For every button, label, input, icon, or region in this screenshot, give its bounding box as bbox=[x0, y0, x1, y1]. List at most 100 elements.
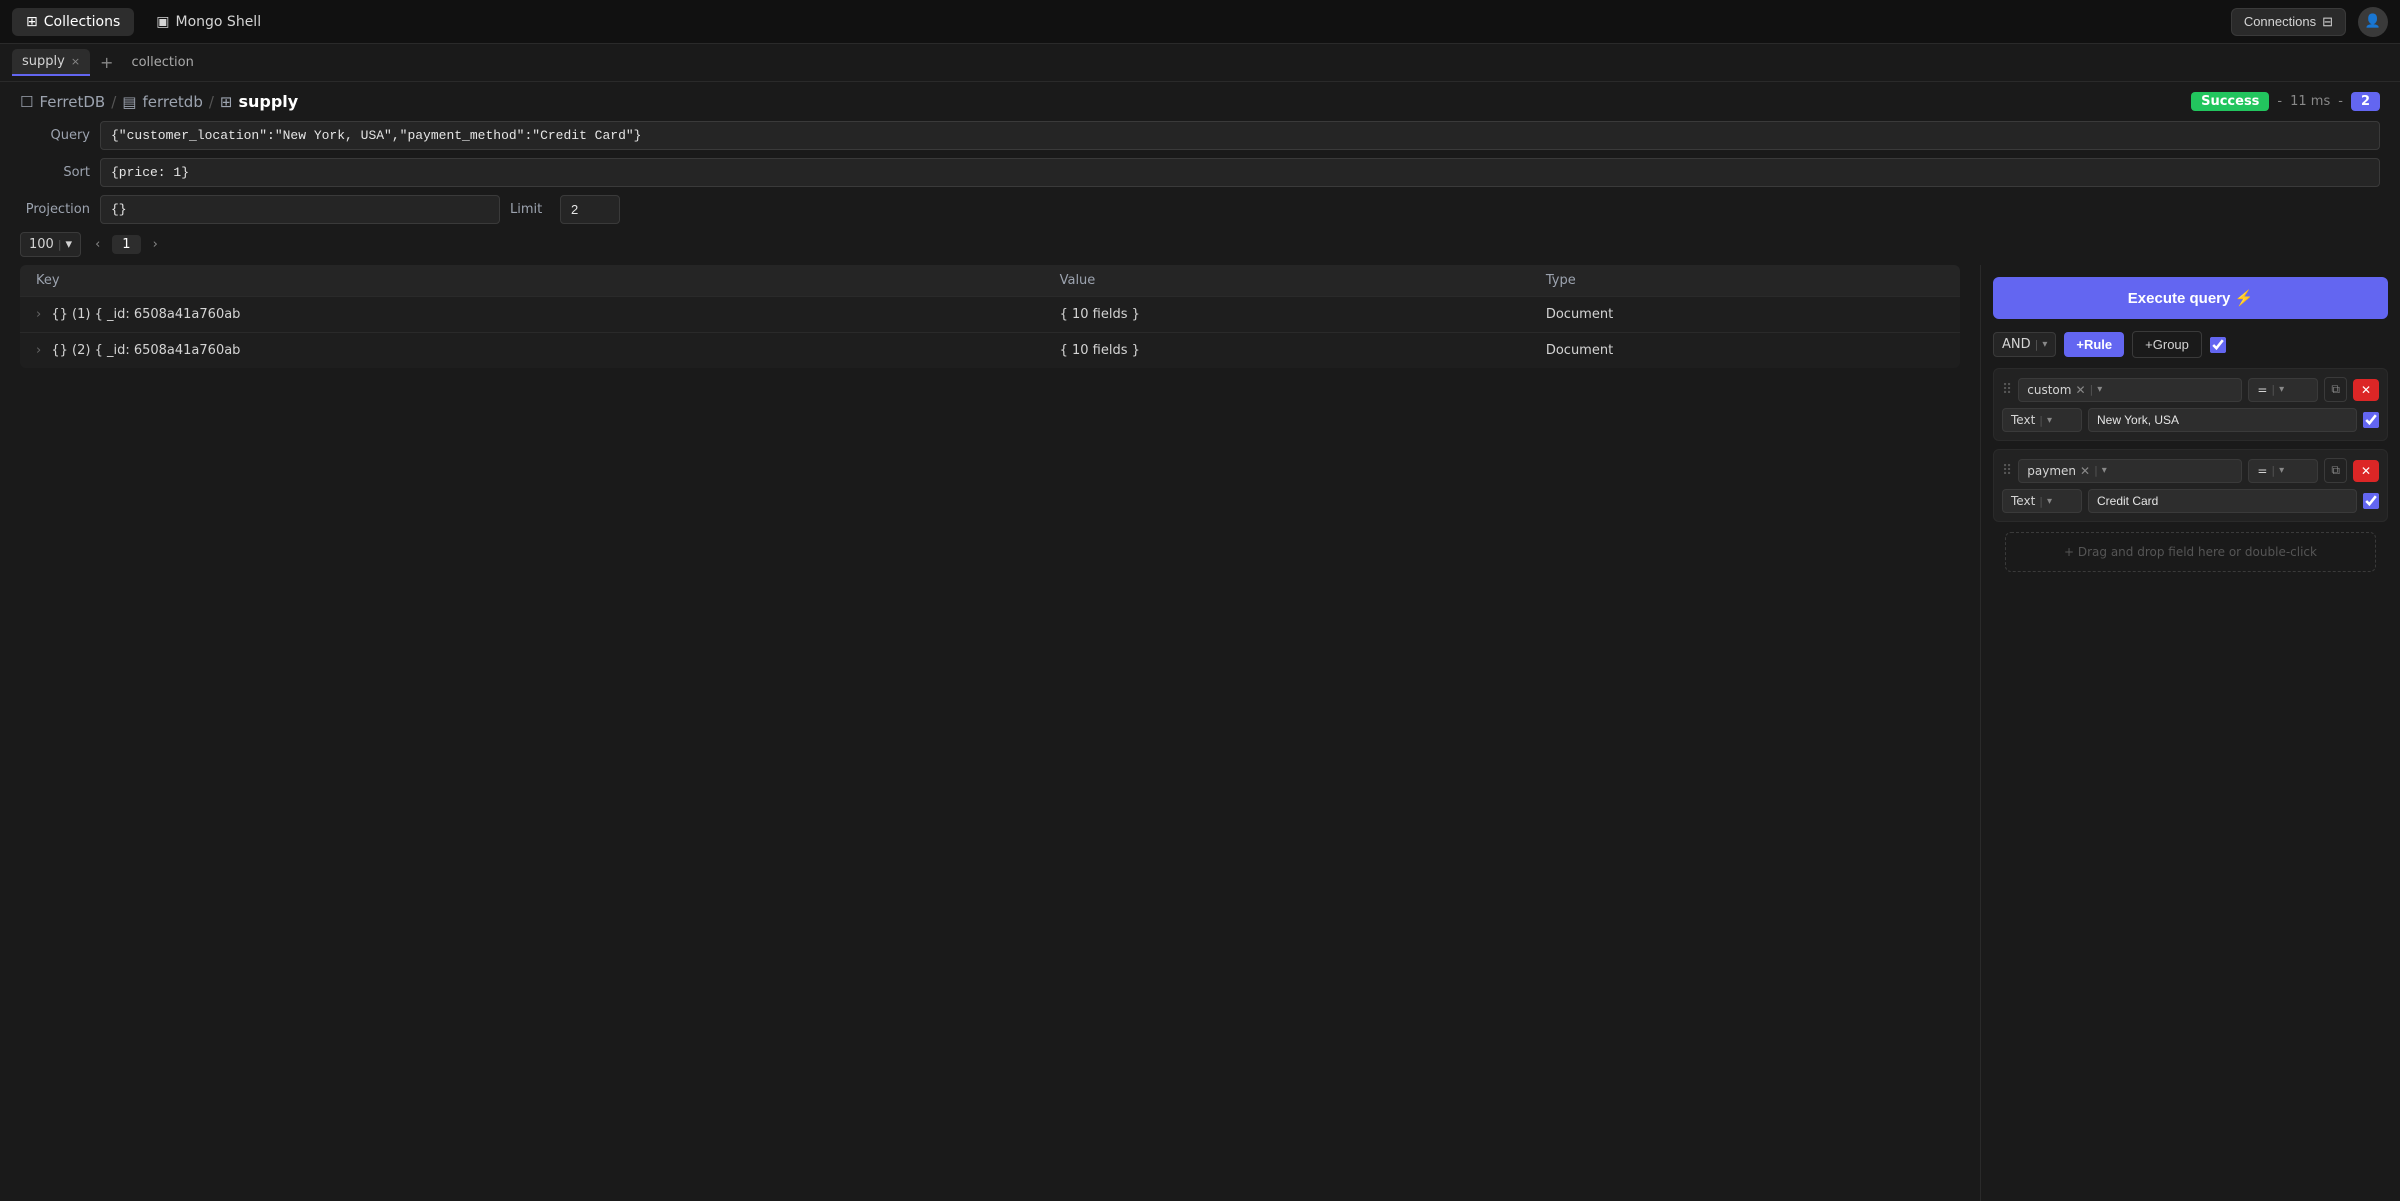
rule-1-field-chevron: ▾ bbox=[2097, 384, 2102, 395]
per-page-value: 100 bbox=[29, 237, 54, 252]
projection-row: Projection Limit bbox=[20, 195, 2380, 224]
rule-2-clear-icon[interactable]: ✕ bbox=[2080, 464, 2090, 478]
ferretdb-db-label[interactable]: ferretdb bbox=[142, 93, 202, 111]
main-layout: Key Value Type › {} (1) { _id: 6508a41a7… bbox=[0, 265, 2400, 1201]
row-0-expand[interactable]: › bbox=[36, 307, 41, 322]
rule-2-op-select[interactable]: = | ▾ bbox=[2248, 459, 2318, 483]
add-rule-button[interactable]: +Rule bbox=[2064, 332, 2124, 357]
prev-page-button[interactable]: ‹ bbox=[89, 235, 106, 254]
rule-2-field-value: paymen bbox=[2027, 464, 2076, 478]
filter-rule-2: ⠿ paymen ✕ | ▾ = | ▾ ⧉ ✕ bbox=[1993, 449, 2388, 522]
current-page: 1 bbox=[112, 235, 140, 254]
rule-1-op-chevron: ▾ bbox=[2279, 384, 2284, 395]
row-0-key-cell: › {} (1) { _id: 6508a41a760ab bbox=[20, 297, 1044, 333]
collection-grid-icon: ⊞ bbox=[220, 93, 233, 111]
per-page-chevron: ▾ bbox=[66, 237, 73, 252]
projection-input[interactable] bbox=[100, 195, 500, 224]
connections-label: Connections bbox=[2244, 14, 2316, 29]
success-badge: Success bbox=[2191, 92, 2269, 111]
supply-tab-close[interactable]: × bbox=[71, 55, 80, 68]
rule-2-drag-handle[interactable]: ⠿ bbox=[2002, 463, 2012, 479]
rule-2-value-row: Text | ▾ bbox=[2002, 489, 2379, 513]
row-1-expand[interactable]: › bbox=[36, 343, 41, 358]
rule-2-field-divider: | bbox=[2094, 464, 2098, 477]
divider-icon: | bbox=[58, 238, 62, 251]
pagination-nav: ‹ 1 › bbox=[89, 235, 164, 254]
supply-tab-label: supply bbox=[22, 54, 65, 69]
row-1-key: {} (2) { _id: 6508a41a760ab bbox=[51, 343, 240, 358]
results-controls: 100 | ▾ ‹ 1 › bbox=[0, 224, 2400, 265]
status-area: Success - 11 ms - 2 bbox=[2191, 92, 2380, 111]
ferretdb-label[interactable]: FerretDB bbox=[39, 93, 105, 111]
and-operator-select[interactable]: AND | ▾ bbox=[1993, 332, 2056, 357]
projection-label: Projection bbox=[20, 202, 90, 217]
sort-input[interactable] bbox=[100, 158, 2380, 187]
rule-2-field-chevron: ▾ bbox=[2102, 465, 2107, 476]
rule-1-type-divider: | bbox=[2039, 414, 2043, 427]
table-row: › {} (1) { _id: 6508a41a760ab { 10 field… bbox=[20, 297, 1960, 333]
rule-1-type-select[interactable]: Text | ▾ bbox=[2002, 408, 2082, 432]
connections-button[interactable]: Connections ⊟ bbox=[2231, 8, 2346, 36]
breadcrumb-row: ☐ FerretDB / ▤ ferretdb / ⊞ supply Succe… bbox=[0, 82, 2400, 121]
collection-label[interactable]: supply bbox=[238, 92, 298, 111]
rule-2-field-select[interactable]: paymen ✕ | ▾ bbox=[2018, 459, 2242, 483]
results-panel: Key Value Type › {} (1) { _id: 6508a41a7… bbox=[0, 265, 1980, 1201]
rule-2-top-row: ⠿ paymen ✕ | ▾ = | ▾ ⧉ ✕ bbox=[2002, 458, 2379, 483]
rule-1-value-input[interactable] bbox=[2088, 408, 2357, 432]
mongo-shell-label: Mongo Shell bbox=[176, 14, 262, 30]
new-tab-button[interactable]: + bbox=[94, 53, 119, 72]
sep2: / bbox=[209, 93, 214, 111]
and-label: AND bbox=[2002, 337, 2031, 352]
query-input[interactable] bbox=[100, 121, 2380, 150]
rule-1-op-select[interactable]: = | ▾ bbox=[2248, 378, 2318, 402]
per-page-select[interactable]: 100 | ▾ bbox=[20, 232, 81, 257]
filter-group-checkbox[interactable] bbox=[2210, 337, 2226, 353]
connections-icon: ⊟ bbox=[2322, 14, 2333, 30]
rule-2-op-chevron: ▾ bbox=[2279, 465, 2284, 476]
result-count-badge: 2 bbox=[2351, 92, 2380, 111]
col-value: Value bbox=[1044, 265, 1530, 297]
user-icon: 👤 bbox=[2365, 14, 2381, 29]
row-1-key-cell: › {} (2) { _id: 6508a41a760ab bbox=[20, 333, 1044, 369]
and-divider: | bbox=[2035, 338, 2039, 351]
rule-1-drag-handle[interactable]: ⠿ bbox=[2002, 382, 2012, 398]
rule-1-checkbox[interactable] bbox=[2363, 412, 2379, 428]
rule-2-op-divider: | bbox=[2271, 464, 2275, 477]
ferretdb-db-icon: ☐ bbox=[20, 93, 33, 111]
rule-2-op-value: = bbox=[2257, 464, 2267, 478]
filter-section: AND | ▾ +Rule +Group ⠿ custom ✕ | ▾ bbox=[1981, 331, 2400, 1201]
and-chevron: ▾ bbox=[2042, 339, 2047, 350]
rule-2-copy-button[interactable]: ⧉ bbox=[2324, 458, 2347, 483]
rule-1-op-value: = bbox=[2257, 383, 2267, 397]
filter-group-header: AND | ▾ +Rule +Group bbox=[1993, 331, 2388, 358]
next-page-button[interactable]: › bbox=[147, 235, 164, 254]
drag-drop-area: + Drag and drop field here or double-cli… bbox=[2005, 532, 2376, 572]
row-0-type: Document bbox=[1530, 297, 1960, 333]
row-1-type: Document bbox=[1530, 333, 1960, 369]
execute-query-button[interactable]: Execute query ⚡ bbox=[1993, 277, 2388, 319]
sort-label: Sort bbox=[20, 165, 90, 180]
ferretdb-collection-icon: ▤ bbox=[122, 93, 136, 111]
rule-2-value-input[interactable] bbox=[2088, 489, 2357, 513]
rule-1-type-chevron: ▾ bbox=[2047, 415, 2052, 426]
status-dash1: - bbox=[2277, 94, 2282, 109]
add-group-button[interactable]: +Group bbox=[2132, 331, 2202, 358]
rule-1-copy-button[interactable]: ⧉ bbox=[2324, 377, 2347, 402]
rule-1-clear-icon[interactable]: ✕ bbox=[2075, 383, 2085, 397]
collections-tab[interactable]: ⊞ Collections bbox=[12, 8, 134, 36]
mongo-shell-tab[interactable]: ▣ Mongo Shell bbox=[142, 8, 275, 36]
rule-2-type-select[interactable]: Text | ▾ bbox=[2002, 489, 2082, 513]
rule-1-field-select[interactable]: custom ✕ | ▾ bbox=[2018, 378, 2242, 402]
col-key: Key bbox=[20, 265, 1044, 297]
rule-2-delete-button[interactable]: ✕ bbox=[2353, 460, 2379, 482]
rule-1-delete-button[interactable]: ✕ bbox=[2353, 379, 2379, 401]
filter-rule-1: ⠿ custom ✕ | ▾ = | ▾ ⧉ ✕ bbox=[1993, 368, 2388, 441]
user-avatar[interactable]: 👤 bbox=[2358, 7, 2388, 37]
sort-row: Sort bbox=[20, 158, 2380, 187]
limit-input[interactable] bbox=[560, 195, 620, 224]
supply-tab[interactable]: supply × bbox=[12, 49, 90, 76]
breadcrumb: ☐ FerretDB / ▤ ferretdb / ⊞ supply bbox=[20, 92, 298, 111]
top-nav-left: ⊞ Collections ▣ Mongo Shell bbox=[12, 8, 275, 36]
rule-1-field-divider: | bbox=[2090, 383, 2094, 396]
rule-2-checkbox[interactable] bbox=[2363, 493, 2379, 509]
